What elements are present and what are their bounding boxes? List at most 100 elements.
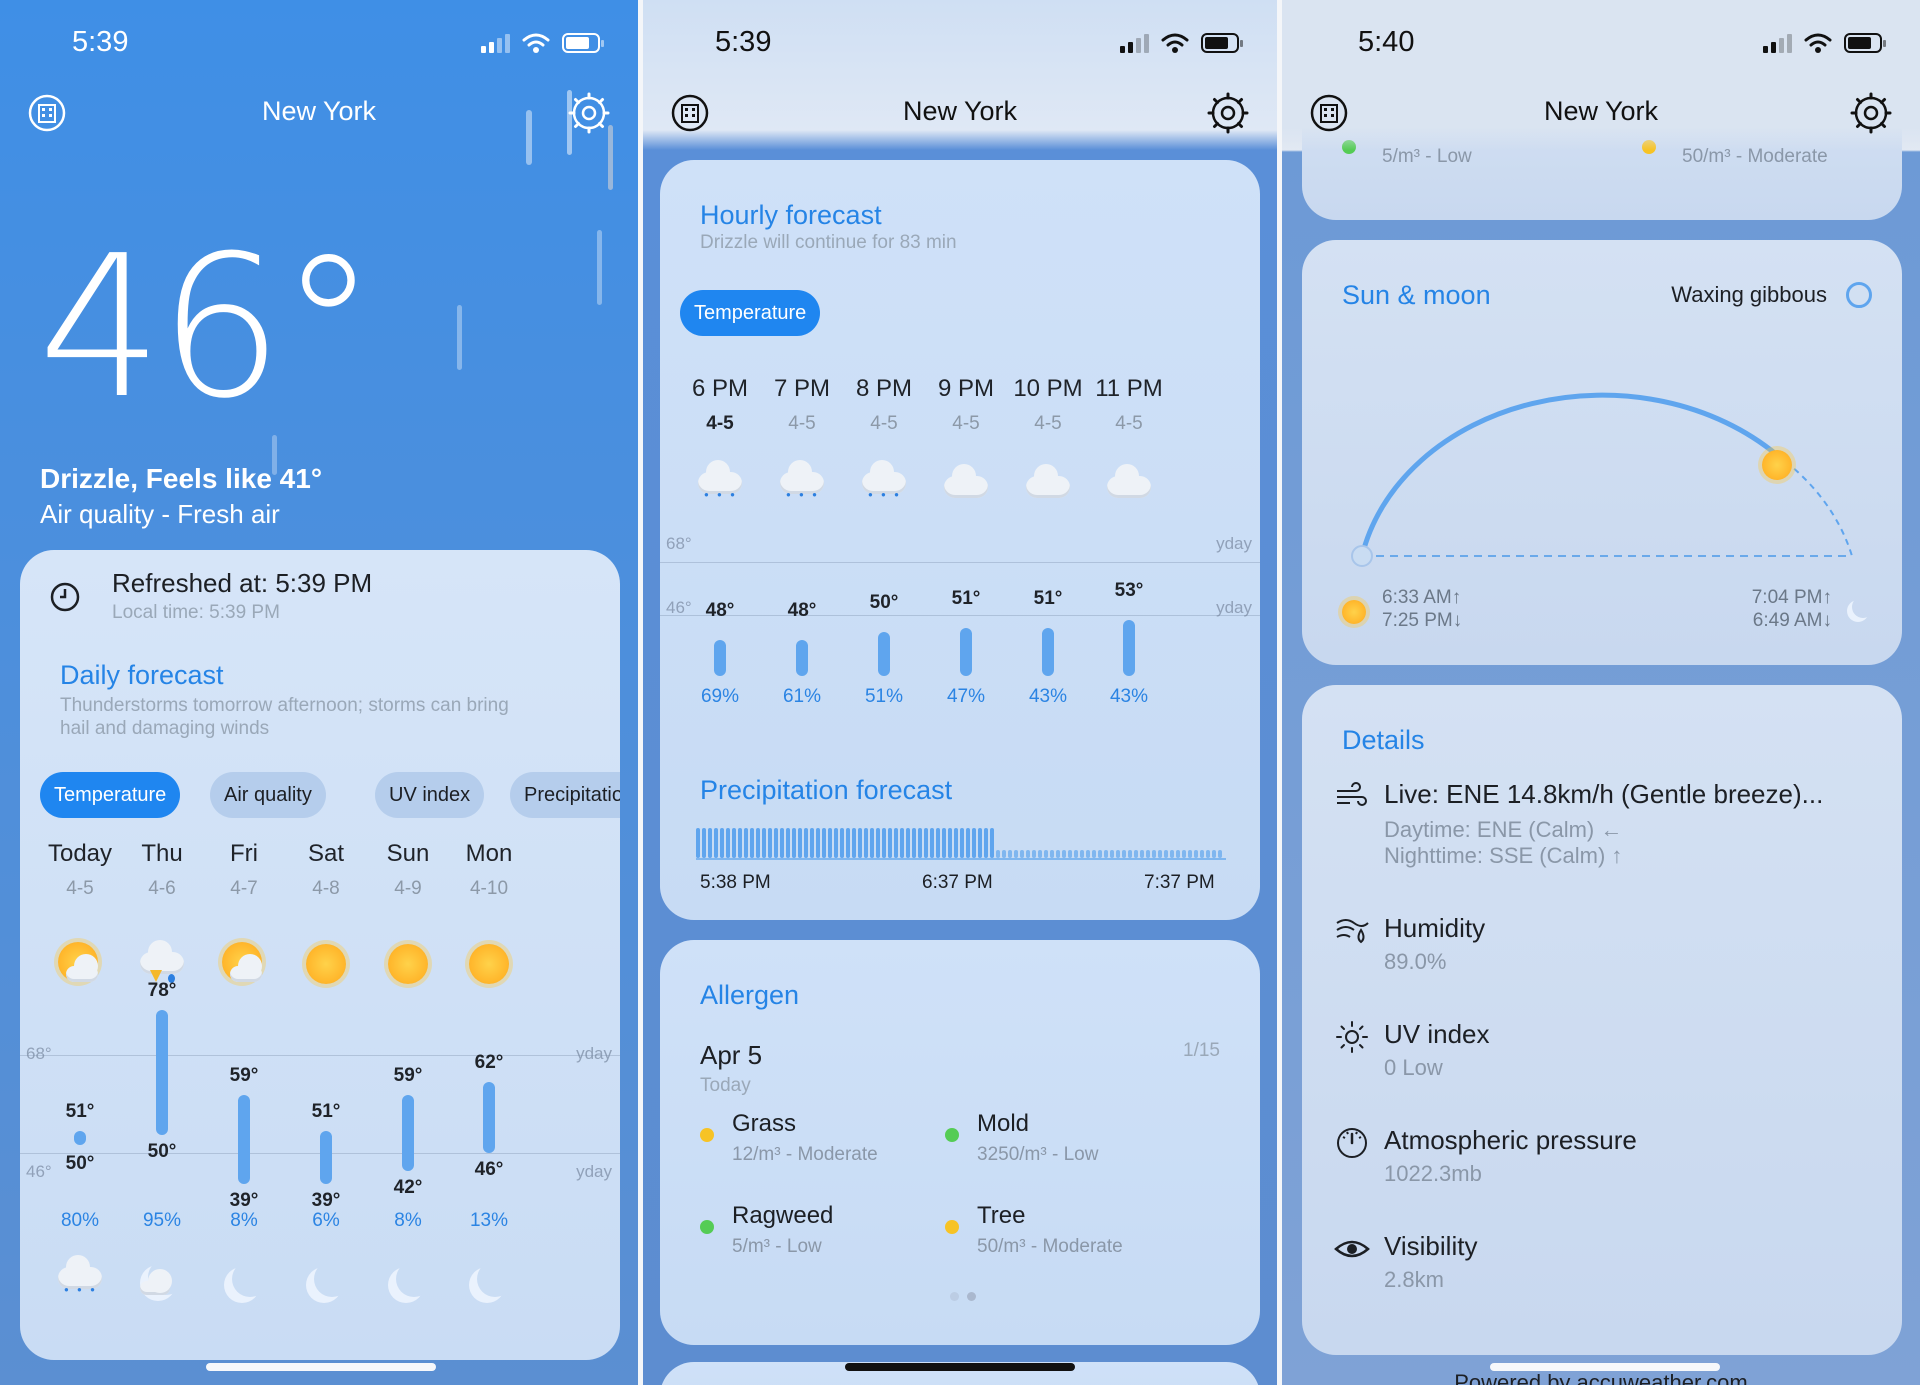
cloud-icon xyxy=(942,460,990,508)
pressure-value: 1022.3mb xyxy=(1384,1161,1482,1186)
settings-gear-icon[interactable] xyxy=(1207,92,1249,134)
current-condition: Drizzle, Feels like 41° xyxy=(40,463,323,494)
hour-temp: 48° xyxy=(787,600,817,621)
details-title: Details xyxy=(1342,725,1425,755)
high-temp: 78° xyxy=(147,980,177,1002)
allergen-item[interactable]: Tree 50/m³ - Moderate xyxy=(945,1202,1185,1282)
allergen-item[interactable]: Grass 12/m³ - Moderate xyxy=(700,1110,940,1190)
ref-high-label: 68° xyxy=(26,1044,52,1063)
signal-icon xyxy=(481,33,510,53)
powered-by-footer[interactable]: Powered by accuweather.com xyxy=(1282,1370,1920,1385)
hour-temp-bar xyxy=(1123,620,1135,676)
hour-precip: 69% xyxy=(700,686,740,707)
hour-precip: 61% xyxy=(782,686,822,707)
precip-time-start: 5:38 PM xyxy=(700,872,771,893)
temp-range-bar xyxy=(238,1095,250,1185)
high-temp: 59° xyxy=(229,1065,259,1087)
tab-precipitation[interactable]: Precipitation xyxy=(510,772,620,818)
status-bar: 5:40 xyxy=(1282,22,1920,62)
screen-details: 5/m³ - Low 50/m³ - Moderate 5:40 New Yor… xyxy=(1282,0,1920,1385)
ref-low-label: 46° xyxy=(666,598,692,617)
hour-precip: 43% xyxy=(1028,686,1068,707)
uv-title: UV index xyxy=(1384,1019,1490,1049)
cloud-icon xyxy=(1105,460,1153,508)
daily-column[interactable]: Mon 4-10 xyxy=(439,840,539,900)
nav-bar: New York xyxy=(1282,88,1920,138)
home-indicator xyxy=(845,1363,1075,1371)
sun-arc-chart xyxy=(1351,392,1853,567)
temp-range-bar xyxy=(156,1010,168,1136)
visibility-title: Visibility xyxy=(1384,1231,1478,1261)
clock-icon xyxy=(50,582,80,612)
high-temp: 59° xyxy=(393,1065,423,1087)
precipitation-bars xyxy=(696,824,1226,860)
ref-high-label: 68° xyxy=(666,534,692,553)
precip-chance: 6% xyxy=(312,1210,340,1231)
moon-icon xyxy=(384,1255,432,1303)
moon-phase-icon xyxy=(1846,282,1872,308)
moon-icon xyxy=(302,1255,350,1303)
home-indicator xyxy=(206,1363,436,1371)
humidity-icon xyxy=(1336,919,1369,944)
hourly-column[interactable]: 11 PM 4-5 xyxy=(1079,375,1179,435)
city-title: New York xyxy=(1543,96,1659,126)
ref-low-label: 46° xyxy=(26,1162,52,1181)
daily-tabs: Temperature Air quality UV index Precipi… xyxy=(40,772,620,822)
low-temp: 50° xyxy=(147,1141,177,1163)
daily-forecast-title: Daily forecast xyxy=(60,660,224,690)
high-temp: 62° xyxy=(474,1051,504,1073)
allergen-day: Today xyxy=(700,1075,751,1096)
wind-nighttime: Nighttime: SSE (Calm) ↑ xyxy=(1384,843,1623,868)
daily-forecast-desc-line2: hail and damaging winds xyxy=(60,718,270,739)
hour-temp-bar xyxy=(796,640,808,676)
tab-uv-index[interactable]: UV index xyxy=(375,772,485,818)
hour-temp-bar xyxy=(1042,628,1054,676)
hour-temp: 50° xyxy=(869,592,899,613)
visibility-value: 2.8km xyxy=(1384,1267,1444,1292)
allergen-item[interactable]: Mold 3250/m³ - Low xyxy=(945,1110,1185,1190)
status-bar: 5:39 xyxy=(643,22,1277,62)
moon-icon xyxy=(465,1255,513,1303)
cloud-icon xyxy=(1024,460,1072,508)
ref-line-low xyxy=(660,615,1260,616)
allergen-name: Tree xyxy=(977,1202,1026,1229)
details-card: Details Live: ENE 14.8km/h (Gentle breez… xyxy=(1302,685,1902,1355)
moonrise-icon xyxy=(1852,596,1874,618)
settings-gear-icon[interactable] xyxy=(1850,92,1892,134)
allergen-date: Apr 5 xyxy=(700,1040,763,1070)
daily-forecast-card: Refreshed at: 5:39 PM Local time: 5:39 P… xyxy=(20,550,620,1360)
low-temp: 39° xyxy=(311,1190,341,1212)
settings-gear-icon[interactable] xyxy=(568,92,610,134)
rain-cloud-icon: ● ● ● xyxy=(56,1255,104,1303)
hour-date: 4-5 xyxy=(1115,413,1143,434)
allergen-value: 5/m³ - Low xyxy=(732,1236,822,1257)
allergen-level-dot xyxy=(700,1220,714,1234)
tab-temperature[interactable]: Temperature xyxy=(680,290,821,336)
battery-icon xyxy=(1844,33,1886,53)
temp-range-bar xyxy=(483,1081,495,1153)
wind-live: Live: ENE 14.8km/h (Gentle breeze)... xyxy=(1384,779,1824,809)
tab-air-quality[interactable]: Air quality xyxy=(210,772,326,818)
allergen-item[interactable]: Ragweed 5/m³ - Low xyxy=(700,1202,940,1282)
refreshed-at: Refreshed at: 5:39 PM xyxy=(112,568,373,598)
signal-icon xyxy=(1763,33,1792,53)
temp-range-bar xyxy=(402,1095,414,1171)
ref-line-high xyxy=(20,1055,620,1056)
tab-temperature[interactable]: Temperature xyxy=(40,772,181,818)
precip-chance: 8% xyxy=(230,1210,258,1231)
yday-low-label: yday xyxy=(576,1162,612,1181)
battery-icon xyxy=(1201,33,1243,53)
battery-icon xyxy=(562,33,604,53)
precip-chance: 80% xyxy=(60,1210,100,1231)
allergen-value: 50/m³ - Moderate xyxy=(977,1236,1123,1257)
local-time: Local time: 5:39 PM xyxy=(112,602,280,623)
current-air-quality: Air quality - Fresh air xyxy=(40,499,280,529)
daily-forecast-desc-line1: Thunderstorms tomorrow afternoon; storms… xyxy=(60,695,509,716)
hour-temp-bar xyxy=(714,640,726,676)
page-dots xyxy=(950,1292,976,1301)
rain-cloud-icon: ● ● ● xyxy=(860,460,908,508)
precip-time-mid: 6:37 PM xyxy=(922,872,993,893)
low-temp: 42° xyxy=(393,1176,423,1198)
partly-sunny-icon xyxy=(220,940,268,988)
partly-sunny-icon xyxy=(56,940,104,988)
